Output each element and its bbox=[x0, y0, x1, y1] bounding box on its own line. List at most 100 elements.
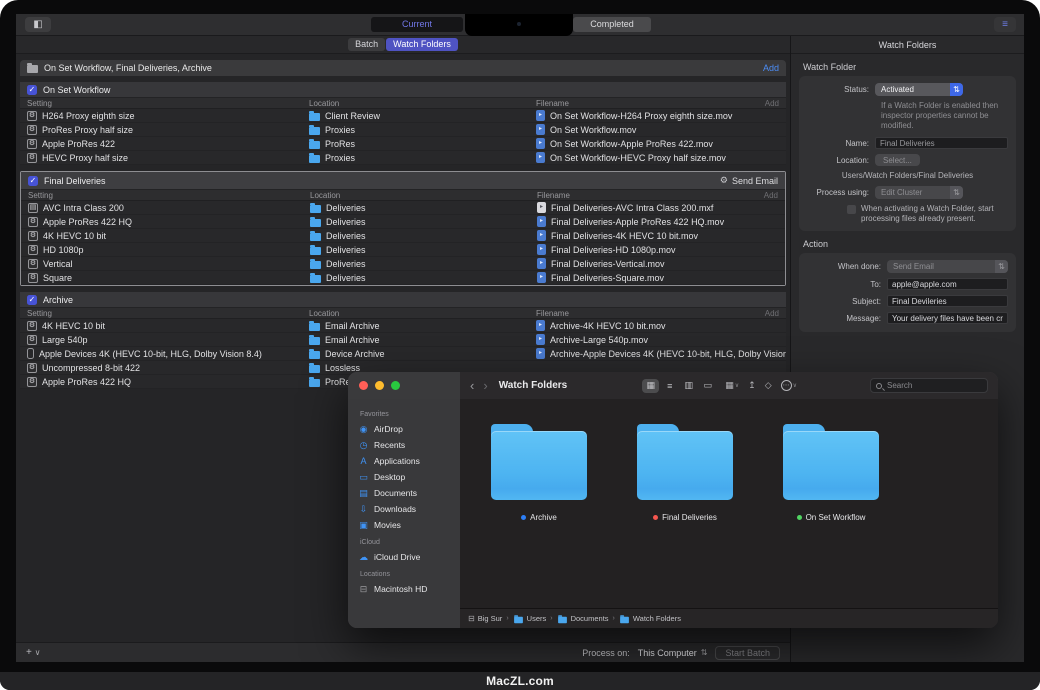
list-view-button[interactable]: ≡ bbox=[661, 379, 678, 393]
sidebar-item-icloud-drive[interactable]: ☁iCloud Drive bbox=[358, 549, 460, 565]
group-header[interactable]: ✓Archive bbox=[20, 292, 786, 307]
finder-content: Archive Final Deliveries On Set Workflow ⊟… bbox=[460, 399, 998, 628]
table-row[interactable]: Apple Devices 4K (HEVC 10-bit, HLG, Dolb… bbox=[20, 347, 786, 361]
table-row[interactable]: ⚙Apple ProRes 422ProRes▸On Set Workflow-… bbox=[20, 137, 786, 151]
more-actions-button[interactable]: ⋯∨ bbox=[781, 380, 797, 391]
tag-button[interactable]: ◇ bbox=[765, 380, 772, 391]
close-button[interactable] bbox=[359, 381, 368, 390]
when-done-value: Send Email bbox=[893, 262, 934, 271]
batch-add-link[interactable]: Add bbox=[763, 63, 779, 73]
location-cell: Deliveries bbox=[310, 273, 537, 283]
sidebar-item-downloads[interactable]: ⇩Downloads bbox=[358, 501, 460, 517]
setting-cell: ▤AVC Intra Class 200 bbox=[21, 203, 310, 213]
process-on-select[interactable]: This Computer ⇅ bbox=[638, 648, 708, 658]
segment-batch[interactable]: Batch bbox=[348, 38, 385, 51]
inspector-toggle-button[interactable]: ≡ bbox=[994, 17, 1016, 32]
sidebar-item-documents[interactable]: ▤Documents bbox=[358, 485, 460, 501]
folder-archive[interactable]: Archive bbox=[490, 424, 588, 522]
path-item[interactable]: ⊟Big Sur bbox=[468, 614, 502, 623]
view-switcher: ▦ ≡ ▥ ▭ bbox=[642, 379, 716, 393]
table-row[interactable]: ⚙VerticalDeliveries▸Final Deliveries-Ver… bbox=[21, 257, 785, 271]
process-using-dropdown[interactable]: Edit Cluster ⇅ bbox=[875, 186, 963, 199]
share-button[interactable]: ↥ bbox=[748, 380, 756, 391]
search-input[interactable] bbox=[885, 380, 975, 391]
back-button[interactable]: ‹ bbox=[470, 379, 474, 392]
minimize-button[interactable] bbox=[375, 381, 384, 390]
path-label: Users bbox=[527, 614, 547, 623]
finder-window: ‹ › Watch Folders ▦ ≡ ▥ ▭ ▦∨ ↥ ◇ ⋯∨ bbox=[348, 372, 998, 628]
group-header[interactable]: ✓ Final Deliveries ⚙Send Email bbox=[21, 172, 785, 189]
table-row[interactable]: ⚙HD 1080pDeliveries▸Final Deliveries-HD … bbox=[21, 243, 785, 257]
segment-watch-folders[interactable]: Watch Folders bbox=[386, 38, 458, 51]
sidebar-item-desktop[interactable]: ▭Desktop bbox=[358, 469, 460, 485]
table-row[interactable]: ▤AVC Intra Class 200Deliveries▸Final Del… bbox=[21, 201, 785, 215]
sidebar-item-recents[interactable]: ◷Recents bbox=[358, 437, 460, 453]
group-checkbox[interactable]: ✓ bbox=[28, 176, 38, 186]
file-icon: ▸ bbox=[536, 320, 545, 331]
sidebar-item-airdrop[interactable]: ◉AirDrop bbox=[358, 421, 460, 437]
location-select-button[interactable]: Select... bbox=[875, 154, 920, 166]
folder-on-set-workflow[interactable]: On Set Workflow bbox=[782, 424, 880, 522]
table-row[interactable]: ⚙H264 Proxy eighth sizeClient Review▸On … bbox=[20, 109, 786, 123]
group-name: Final Deliveries bbox=[44, 176, 106, 186]
group-checkbox[interactable]: ✓ bbox=[27, 295, 37, 305]
setting-name: HEVC Proxy half size bbox=[42, 153, 128, 163]
column-add[interactable]: Add bbox=[752, 309, 786, 318]
action-box: When done: Send Email ⇅ To: Subject: Mes… bbox=[799, 253, 1016, 332]
setting-cell: ⚙Apple ProRes 422 HQ bbox=[21, 217, 310, 227]
forward-button[interactable]: › bbox=[483, 379, 487, 392]
message-field[interactable] bbox=[887, 312, 1008, 324]
icon-view-button[interactable]: ▦ bbox=[642, 379, 659, 393]
path-item[interactable]: Users bbox=[513, 614, 547, 624]
setting-icon: ⚙ bbox=[27, 153, 37, 163]
location-name: Deliveries bbox=[326, 259, 366, 269]
status-dropdown[interactable]: Activated ⇅ bbox=[875, 83, 963, 96]
path-item[interactable]: Documents bbox=[557, 614, 609, 624]
column-view-button[interactable]: ▥ bbox=[680, 379, 697, 393]
column-add[interactable]: Add bbox=[751, 191, 785, 200]
group-header[interactable]: ✓On Set Workflow bbox=[20, 82, 786, 97]
tab-completed[interactable]: Completed bbox=[573, 17, 651, 32]
folder-icon bbox=[309, 351, 320, 359]
path-item[interactable]: Watch Folders bbox=[619, 614, 681, 624]
when-done-dropdown[interactable]: Send Email ⇅ bbox=[887, 260, 1008, 273]
tab-current[interactable]: Current bbox=[371, 17, 463, 32]
gallery-view-button[interactable]: ▭ bbox=[699, 379, 716, 393]
folder-icon bbox=[309, 155, 320, 163]
table-row[interactable]: ⚙Large 540pEmail Archive▸Archive-Large 5… bbox=[20, 333, 786, 347]
to-field[interactable] bbox=[887, 278, 1008, 290]
group-by-button[interactable]: ▦∨ bbox=[725, 380, 739, 391]
setting-icon: ⚙ bbox=[27, 335, 37, 345]
column-add[interactable]: Add bbox=[752, 99, 786, 108]
table-row[interactable]: ⚙SquareDeliveries▸Final Deliveries-Squar… bbox=[21, 271, 785, 285]
preview-toggle-button[interactable]: ◧ bbox=[25, 17, 51, 32]
setting-icon: ⚙ bbox=[27, 139, 37, 149]
location-name: Deliveries bbox=[326, 203, 366, 213]
start-batch-button[interactable]: Start Batch bbox=[715, 646, 780, 660]
activate-checkbox[interactable] bbox=[847, 205, 856, 214]
table-row[interactable]: ⚙HEVC Proxy half sizeProxies▸On Set Work… bbox=[20, 151, 786, 165]
table-row[interactable]: ⚙4K HEVC 10 bitEmail Archive▸Archive-4K … bbox=[20, 319, 786, 333]
table-row[interactable]: ⚙Apple ProRes 422 HQDeliveries▸Final Del… bbox=[21, 215, 785, 229]
table-row[interactable]: ⚙ProRes Proxy half sizeProxies▸On Set Wo… bbox=[20, 123, 786, 137]
subject-field[interactable] bbox=[887, 295, 1008, 307]
folder-final-deliveries[interactable]: Final Deliveries bbox=[636, 424, 734, 522]
name-field[interactable] bbox=[875, 137, 1008, 149]
movies-icon: ▣ bbox=[358, 520, 369, 531]
add-batch-button[interactable]: + ∨ bbox=[26, 647, 40, 658]
sidebar-item-macintosh-hd[interactable]: ⊟Macintosh HD bbox=[358, 581, 460, 597]
zoom-button[interactable] bbox=[391, 381, 400, 390]
send-email-action[interactable]: ⚙Send Email bbox=[720, 175, 778, 186]
folder-icon bbox=[783, 424, 879, 500]
sidebar-item-movies[interactable]: ▣Movies bbox=[358, 517, 460, 533]
sidebar-item-label: Recents bbox=[374, 440, 405, 450]
sidebar-item-applications[interactable]: AApplications bbox=[358, 453, 460, 469]
search-field[interactable] bbox=[870, 378, 988, 393]
sidebar-section-label: Locations bbox=[360, 571, 460, 578]
location-name: Proxies bbox=[325, 125, 355, 135]
folder-icon bbox=[310, 261, 321, 269]
setting-icon: ⚙ bbox=[27, 125, 37, 135]
table-row[interactable]: ⚙4K HEVC 10 bitDeliveries▸Final Deliveri… bbox=[21, 229, 785, 243]
location-name: Device Archive bbox=[325, 349, 385, 359]
group-checkbox[interactable]: ✓ bbox=[27, 85, 37, 95]
